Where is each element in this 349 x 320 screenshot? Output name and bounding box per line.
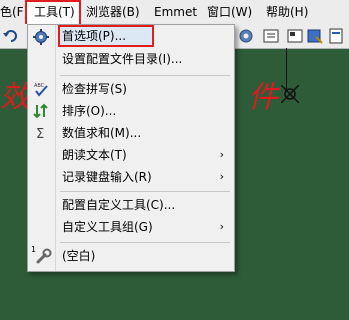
- menu-item-label: 记录键盘输入(R): [62, 170, 152, 184]
- menu-tools[interactable]: 工具(T): [25, 0, 81, 24]
- list-view-icon[interactable]: [262, 27, 280, 45]
- menu-item-read-aloud[interactable]: 朗读文本(T) ›: [28, 144, 234, 166]
- menu-item-label: (空白): [62, 249, 96, 263]
- submenu-arrow-icon: ›: [219, 220, 224, 233]
- menu-item-label: 设置配置文件目录(I)...: [62, 52, 183, 66]
- menu-item-sum[interactable]: Σ 数值求和(M)...: [28, 122, 234, 144]
- editor-text-right: 件: [248, 80, 278, 115]
- menu-item-set-profile-dir[interactable]: 设置配置文件目录(I)...: [28, 48, 234, 70]
- tools-menu: 首选项(P)... 设置配置文件目录(I)... ABC 检查拼写(S) 排序(…: [27, 24, 235, 272]
- menu-emmet[interactable]: Emmet: [154, 0, 197, 24]
- sigma-icon: Σ: [33, 125, 49, 142]
- submenu-arrow-icon: ›: [219, 170, 224, 183]
- menu-item-custom-tool-group[interactable]: 自定义工具组(G) ›: [28, 216, 234, 238]
- menu-item-sort[interactable]: 排序(O)...: [28, 100, 234, 122]
- undo-icon[interactable]: [2, 27, 20, 45]
- submenu-arrow-icon: ›: [219, 148, 224, 161]
- menu-separator: [60, 75, 230, 76]
- editor-vertical-line: [286, 48, 287, 92]
- menu-browser[interactable]: 浏览器(B): [86, 0, 140, 24]
- cursor-cross-icon: [280, 84, 300, 106]
- menu-separator: [60, 191, 230, 192]
- menu-help[interactable]: 帮助(H): [266, 0, 308, 24]
- menu-window[interactable]: 窗口(W): [207, 0, 252, 24]
- menu-item-label: 配置自定义工具(C)...: [62, 198, 176, 212]
- menu-item-spellcheck[interactable]: ABC 检查拼写(S): [28, 78, 234, 100]
- svg-text:Σ: Σ: [36, 127, 44, 141]
- editor-text-left: 效: [0, 80, 30, 115]
- menu-separator: [60, 242, 230, 243]
- menu-bar: 色(F) 工具(T) 浏览器(B) Emmet 窗口(W) 帮助(H): [0, 0, 349, 25]
- svg-text:ABC: ABC: [34, 83, 45, 89]
- menu-item-label: 朗读文本(T): [62, 148, 127, 162]
- menu-item-record-keyboard[interactable]: 记录键盘输入(R) ›: [28, 166, 234, 188]
- menu-item-label: 首选项(P)...: [62, 29, 127, 43]
- wrench-icon: [36, 248, 52, 264]
- sort-icon: [33, 103, 49, 119]
- menu-item-preferences[interactable]: 首选项(P)...: [58, 25, 154, 47]
- menu-item-configure-custom-tools[interactable]: 配置自定义工具(C)...: [28, 194, 234, 216]
- gear-icon: [33, 29, 49, 45]
- document-icon[interactable]: [327, 27, 345, 45]
- menu-item-label: 数值求和(M)...: [62, 126, 142, 140]
- settings-icon[interactable]: [237, 27, 255, 45]
- menu-item-label: 排序(O)...: [62, 104, 117, 118]
- spellcheck-icon: ABC: [33, 81, 49, 97]
- menu-item-label: 自定义工具组(G): [62, 220, 153, 234]
- browser-preview-icon[interactable]: [306, 27, 324, 45]
- menu-item-label: 检查拼写(S): [62, 82, 127, 96]
- grid-view-icon[interactable]: [286, 27, 304, 45]
- menu-item-empty[interactable]: 1 (空白): [28, 245, 234, 267]
